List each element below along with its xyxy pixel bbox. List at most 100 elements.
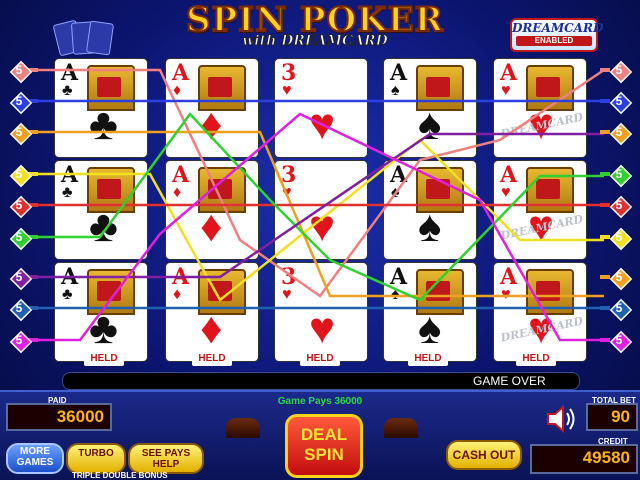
payline-button[interactable]: 5 bbox=[4, 60, 38, 84]
card[interactable]: 3 ♥ ♥ bbox=[274, 160, 368, 260]
payline-button[interactable]: 5 bbox=[600, 227, 634, 251]
held-label: HELD bbox=[84, 352, 124, 366]
turbo-button[interactable]: TURBO bbox=[66, 443, 126, 474]
payline-bet-label: 5 bbox=[15, 198, 23, 212]
payline-button[interactable]: 5 bbox=[4, 267, 38, 291]
game-logo: SPIN POKER with DREAMCARD bbox=[140, 1, 490, 54]
card-suit-large: ♠ bbox=[418, 100, 442, 149]
card-suit-large: ♦ bbox=[200, 100, 223, 149]
payline-button[interactable]: 5 bbox=[600, 122, 634, 146]
payline-button[interactable]: 5 bbox=[4, 164, 38, 188]
see-pays-help-button[interactable]: SEE PAYS HELP bbox=[128, 443, 204, 474]
card-suit-large: ♥ bbox=[309, 100, 336, 149]
payline-bet-label: 5 bbox=[15, 63, 23, 77]
cash-out-button[interactable]: CASH OUT bbox=[446, 440, 522, 470]
card[interactable]: A ♣ ♣ bbox=[54, 58, 148, 158]
game-pays-text: Game Pays 36000 bbox=[277, 396, 363, 407]
payline-bet-label: 5 bbox=[15, 270, 23, 284]
payline-bet-label: 5 bbox=[15, 125, 23, 139]
payline-bet-label: 5 bbox=[15, 301, 23, 315]
deal-spin-button[interactable]: DEAL SPIN bbox=[285, 414, 363, 478]
payline-bet-label: 5 bbox=[615, 198, 623, 212]
card-suit-pip: ♥ bbox=[282, 82, 292, 99]
card[interactable]: A ♠ ♠ bbox=[383, 160, 477, 260]
more-games-button[interactable]: MORE GAMES bbox=[6, 443, 64, 474]
card[interactable]: 3 ♥ ♥ bbox=[274, 58, 368, 158]
card[interactable]: A ♠ ♠ bbox=[383, 262, 477, 362]
deal-spin-label: DEAL SPIN bbox=[300, 425, 348, 464]
card-suit-pip: ♥ bbox=[282, 286, 292, 303]
payline-button[interactable]: 5 bbox=[4, 195, 38, 219]
card-suit-pip: ♥ bbox=[501, 286, 511, 303]
card-suit-pip: ♦ bbox=[173, 82, 182, 99]
held-label: HELD bbox=[192, 352, 232, 366]
payline-button[interactable]: 5 bbox=[4, 91, 38, 115]
payline-bet-label: 5 bbox=[615, 94, 623, 108]
card-suit-large: ♠ bbox=[418, 202, 442, 251]
card-suit-large: ♦ bbox=[200, 202, 223, 251]
card-suit-large: ♣ bbox=[89, 304, 118, 353]
card-deck-graphic bbox=[52, 19, 130, 57]
card-suit-large: ♥ bbox=[309, 202, 336, 251]
badge-brand: DREAMCARD bbox=[512, 21, 604, 35]
payline-button[interactable]: 5 bbox=[600, 91, 634, 115]
payline-bet-label: 5 bbox=[15, 167, 23, 181]
credit-meter: 49580 bbox=[530, 444, 638, 474]
payline-button[interactable]: 5 bbox=[4, 298, 38, 322]
badge-text: ENABLED bbox=[516, 36, 592, 46]
payline-button[interactable]: 5 bbox=[600, 164, 634, 188]
paid-meter: 36000 bbox=[6, 403, 112, 431]
game-screen: SPIN POKER with DREAMCARD DREAMCARD ENAB… bbox=[0, 0, 640, 480]
payline-button[interactable]: 5 bbox=[4, 227, 38, 251]
card-suit-pip: ♦ bbox=[173, 184, 182, 201]
payline-bet-label: 5 bbox=[615, 230, 623, 244]
payline-button[interactable]: 5 bbox=[600, 298, 634, 322]
status-message: GAME OVER bbox=[473, 374, 546, 388]
card-suit-pip: ♣ bbox=[62, 82, 73, 99]
payline-button[interactable]: 5 bbox=[4, 122, 38, 146]
payline-bet-label: 5 bbox=[15, 333, 23, 347]
card[interactable]: A ♥ ♥ DREAMCARD bbox=[493, 58, 587, 158]
card-suit-large: ♣ bbox=[89, 202, 118, 251]
payline-bet-label: 5 bbox=[15, 230, 23, 244]
payline-bet-label: 5 bbox=[615, 333, 623, 347]
payline-button[interactable]: 5 bbox=[600, 195, 634, 219]
card[interactable]: A ♣ ♣ bbox=[54, 262, 148, 362]
payline-bet-label: 5 bbox=[615, 270, 623, 284]
game-variant-label: TRIPLE DOUBLE BONUS bbox=[72, 471, 168, 480]
card[interactable]: A ♦ ♦ bbox=[165, 262, 259, 362]
speaker-icon[interactable] bbox=[544, 404, 578, 434]
card[interactable]: A ♣ ♣ bbox=[54, 160, 148, 260]
payline-button[interactable]: 5 bbox=[600, 330, 634, 354]
card-suit-large: ♥ bbox=[309, 304, 336, 353]
card[interactable]: A ♠ ♠ bbox=[383, 58, 477, 158]
card-suit-large: ♦ bbox=[200, 304, 223, 353]
held-label: HELD bbox=[408, 352, 448, 366]
card-suit-pip: ♦ bbox=[173, 286, 182, 303]
coin-slot-right bbox=[384, 418, 418, 438]
card-suit-pip: ♣ bbox=[62, 184, 73, 201]
card-suit-pip: ♠ bbox=[391, 82, 400, 99]
card[interactable]: A ♦ ♦ bbox=[165, 58, 259, 158]
card-suit-pip: ♠ bbox=[391, 286, 400, 303]
payline-bet-label: 5 bbox=[615, 63, 623, 77]
card-suit-large: ♠ bbox=[418, 304, 442, 353]
card[interactable]: 3 ♥ ♥ bbox=[274, 262, 368, 362]
payline-bet-label: 5 bbox=[615, 167, 623, 181]
card[interactable]: A ♦ ♦ bbox=[165, 160, 259, 260]
payline-button[interactable]: 5 bbox=[600, 60, 634, 84]
coin-slot-left bbox=[226, 418, 260, 438]
payline-button[interactable]: 5 bbox=[600, 267, 634, 291]
dreamcard-badge: DREAMCARD ENABLED bbox=[510, 18, 604, 52]
card-suit-large: ♣ bbox=[89, 100, 118, 149]
card-suit-pip: ♥ bbox=[501, 184, 511, 201]
held-label: HELD bbox=[516, 352, 556, 366]
card-suit-pip: ♣ bbox=[62, 286, 73, 303]
payline-button[interactable]: 5 bbox=[4, 330, 38, 354]
card[interactable]: A ♥ ♥ DREAMCARD bbox=[493, 160, 587, 260]
card[interactable]: A ♥ ♥ DREAMCARD bbox=[493, 262, 587, 362]
payline-bet-label: 5 bbox=[615, 125, 623, 139]
payline-bet-label: 5 bbox=[615, 301, 623, 315]
card-suit-pip: ♥ bbox=[501, 82, 511, 99]
payline-bet-label: 5 bbox=[15, 94, 23, 108]
